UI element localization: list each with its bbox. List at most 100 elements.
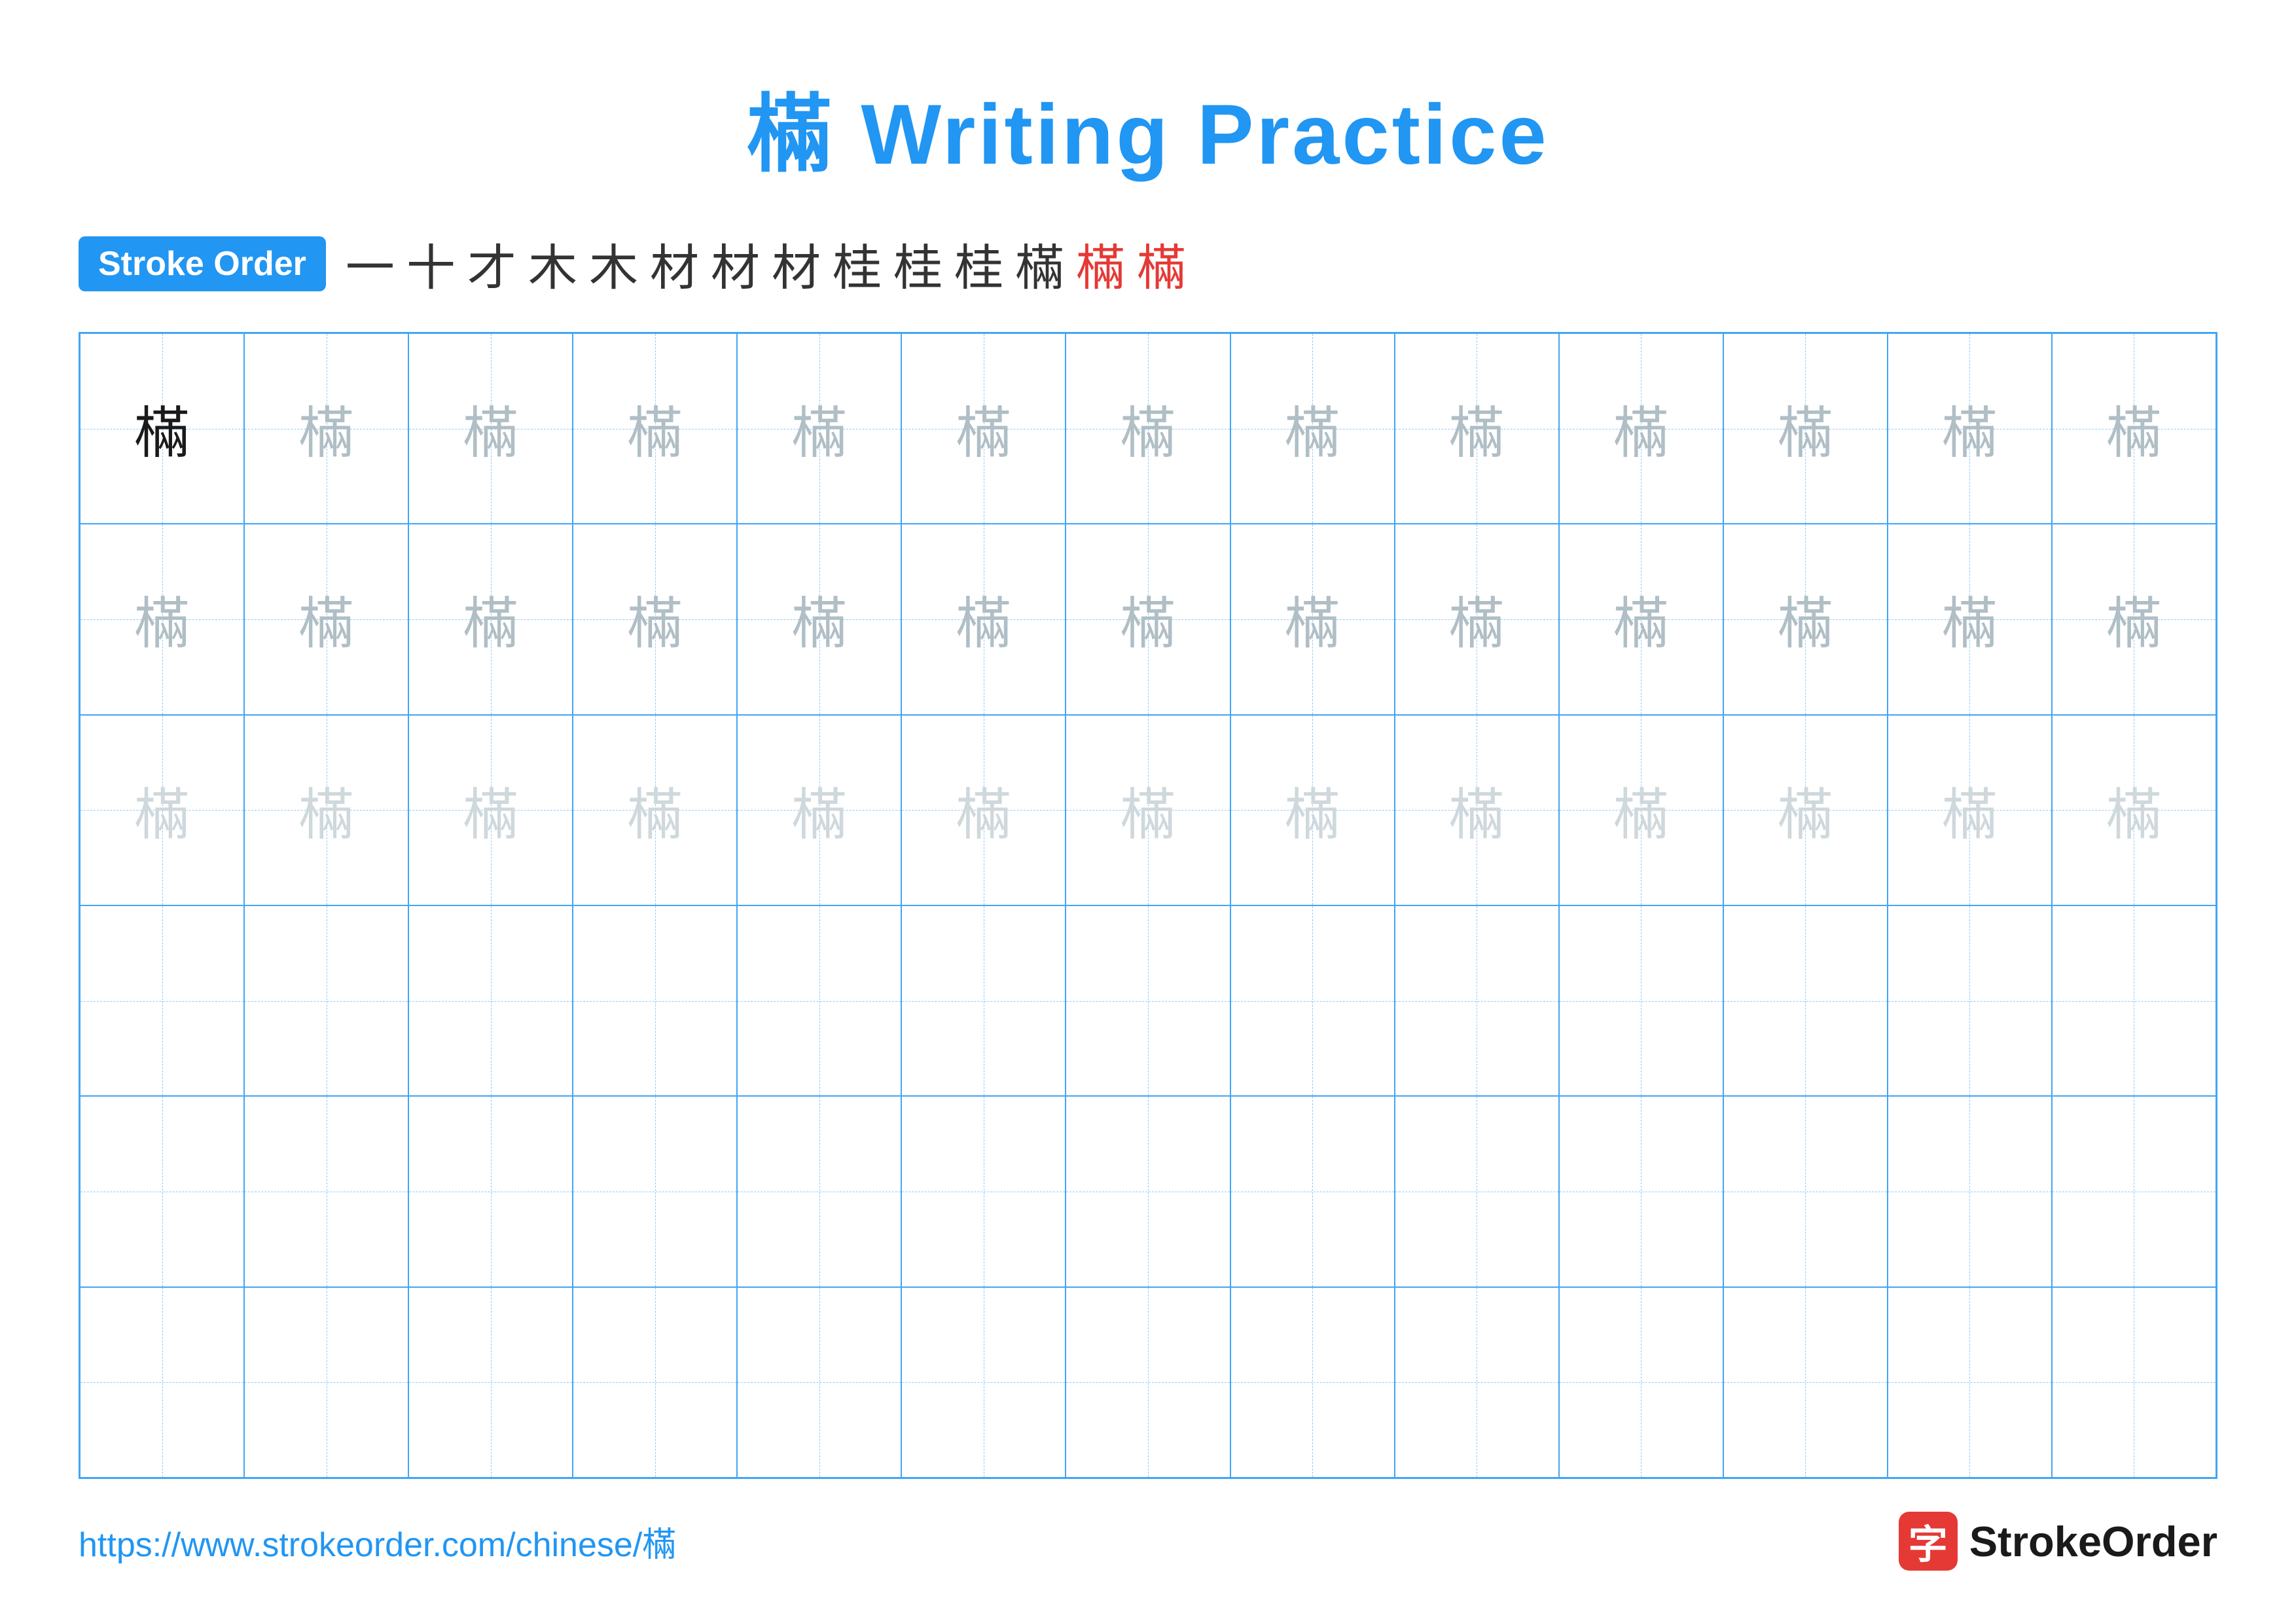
grid-cell-1-4[interactable]: 樠 — [737, 524, 901, 714]
grid-cell-1-2[interactable]: 樠 — [408, 524, 573, 714]
grid-cell-4-12[interactable] — [2052, 1096, 2216, 1286]
grid-cell-5-0[interactable] — [80, 1287, 244, 1478]
grid-cell-4-4[interactable] — [737, 1096, 901, 1286]
grid-cell-0-9[interactable]: 樠 — [1559, 333, 1723, 524]
grid-cell-5-7[interactable] — [1230, 1287, 1395, 1478]
grid-cell-1-9[interactable]: 樠 — [1559, 524, 1723, 714]
grid-cell-0-4[interactable]: 樠 — [737, 333, 901, 524]
grid-cell-0-0[interactable]: 樠 — [80, 333, 244, 524]
grid-cell-1-12[interactable]: 樠 — [2052, 524, 2216, 714]
grid-cell-2-0[interactable]: 樠 — [80, 715, 244, 905]
grid-cell-4-2[interactable] — [408, 1096, 573, 1286]
grid-cell-4-5[interactable] — [901, 1096, 1066, 1286]
grid-cell-5-9[interactable] — [1559, 1287, 1723, 1478]
grid-cell-2-8[interactable]: 樠 — [1395, 715, 1559, 905]
grid-cell-1-7[interactable]: 樠 — [1230, 524, 1395, 714]
grid-cell-2-4[interactable]: 樠 — [737, 715, 901, 905]
cell-char-1-1: 樠 — [298, 579, 354, 659]
grid-cell-4-9[interactable] — [1559, 1096, 1723, 1286]
cell-char-1-8: 樠 — [1449, 579, 1505, 659]
grid-cell-0-8[interactable]: 樠 — [1395, 333, 1559, 524]
grid-cell-0-3[interactable]: 樠 — [573, 333, 737, 524]
grid-cell-2-9[interactable]: 樠 — [1559, 715, 1723, 905]
grid-cell-0-12[interactable]: 樠 — [2052, 333, 2216, 524]
grid-cell-3-5[interactable] — [901, 905, 1066, 1096]
footer-url[interactable]: https://www.strokeorder.com/chinese/樠 — [79, 1517, 676, 1566]
grid-cell-3-8[interactable] — [1395, 905, 1559, 1096]
grid-cell-5-5[interactable] — [901, 1287, 1066, 1478]
grid-cell-1-8[interactable]: 樠 — [1395, 524, 1559, 714]
grid-cell-0-5[interactable]: 樠 — [901, 333, 1066, 524]
grid-cell-1-5[interactable]: 樠 — [901, 524, 1066, 714]
grid-cell-5-6[interactable] — [1066, 1287, 1230, 1478]
grid-cell-4-1[interactable] — [244, 1096, 408, 1286]
grid-cell-5-12[interactable] — [2052, 1287, 2216, 1478]
grid-cell-3-10[interactable] — [1723, 905, 1888, 1096]
grid-cell-2-6[interactable]: 樠 — [1066, 715, 1230, 905]
grid-cell-5-8[interactable] — [1395, 1287, 1559, 1478]
grid-cell-0-7[interactable]: 樠 — [1230, 333, 1395, 524]
stroke-steps: 一十才木木材材材桂桂桂樠樠樠 — [346, 228, 1186, 299]
cell-char-2-6: 樠 — [1121, 770, 1176, 850]
grid-cell-4-11[interactable] — [1888, 1096, 2052, 1286]
grid-cell-4-0[interactable] — [80, 1096, 244, 1286]
grid-cell-1-10[interactable]: 樠 — [1723, 524, 1888, 714]
stroke-step-0: 一 — [346, 228, 395, 299]
cell-char-0-5: 樠 — [956, 388, 1011, 469]
grid-cell-3-3[interactable] — [573, 905, 737, 1096]
grid-cell-4-6[interactable] — [1066, 1096, 1230, 1286]
grid-cell-3-1[interactable] — [244, 905, 408, 1096]
grid-cell-1-0[interactable]: 樠 — [80, 524, 244, 714]
cell-char-1-3: 樠 — [627, 579, 683, 659]
grid-cell-0-11[interactable]: 樠 — [1888, 333, 2052, 524]
grid-cell-4-3[interactable] — [573, 1096, 737, 1286]
grid-cell-2-2[interactable]: 樠 — [408, 715, 573, 905]
grid-cell-5-3[interactable] — [573, 1287, 737, 1478]
grid-cell-2-3[interactable]: 樠 — [573, 715, 737, 905]
grid-cell-5-10[interactable] — [1723, 1287, 1888, 1478]
grid-cell-2-7[interactable]: 樠 — [1230, 715, 1395, 905]
grid-cell-0-2[interactable]: 樠 — [408, 333, 573, 524]
title-text: Writing Practice — [834, 86, 1549, 182]
grid-cell-3-0[interactable] — [80, 905, 244, 1096]
grid-cell-1-6[interactable]: 樠 — [1066, 524, 1230, 714]
grid-cell-0-10[interactable]: 樠 — [1723, 333, 1888, 524]
grid-cell-3-9[interactable] — [1559, 905, 1723, 1096]
stroke-step-1: 十 — [406, 228, 456, 299]
stroke-step-13: 樠 — [1137, 228, 1186, 299]
grid-cell-3-11[interactable] — [1888, 905, 2052, 1096]
grid-cell-3-7[interactable] — [1230, 905, 1395, 1096]
grid-cell-4-8[interactable] — [1395, 1096, 1559, 1286]
grid-cell-3-6[interactable] — [1066, 905, 1230, 1096]
stroke-order-badge: Stroke Order — [79, 236, 326, 291]
cell-char-2-7: 樠 — [1285, 770, 1340, 850]
grid-cell-5-2[interactable] — [408, 1287, 573, 1478]
grid-cell-1-1[interactable]: 樠 — [244, 524, 408, 714]
grid-cell-4-10[interactable] — [1723, 1096, 1888, 1286]
grid-cell-3-4[interactable] — [737, 905, 901, 1096]
grid-cell-2-1[interactable]: 樠 — [244, 715, 408, 905]
grid-cell-5-1[interactable] — [244, 1287, 408, 1478]
grid-cell-3-12[interactable] — [2052, 905, 2216, 1096]
grid-row-0: 樠樠樠樠樠樠樠樠樠樠樠樠樠 — [80, 333, 2216, 524]
grid-cell-0-1[interactable]: 樠 — [244, 333, 408, 524]
cell-char-2-12: 樠 — [2106, 770, 2162, 850]
grid-row-5 — [80, 1287, 2216, 1478]
grid-cell-4-7[interactable] — [1230, 1096, 1395, 1286]
grid-cell-1-11[interactable]: 樠 — [1888, 524, 2052, 714]
grid-cell-2-12[interactable]: 樠 — [2052, 715, 2216, 905]
grid-cell-2-5[interactable]: 樠 — [901, 715, 1066, 905]
grid-cell-0-6[interactable]: 樠 — [1066, 333, 1230, 524]
grid-cell-2-10[interactable]: 樠 — [1723, 715, 1888, 905]
cell-char-2-4: 樠 — [791, 770, 847, 850]
grid-cell-2-11[interactable]: 樠 — [1888, 715, 2052, 905]
cell-char-0-8: 樠 — [1449, 388, 1505, 469]
cell-char-2-2: 樠 — [463, 770, 518, 850]
grid-cell-5-4[interactable] — [737, 1287, 901, 1478]
grid-cell-1-3[interactable]: 樠 — [573, 524, 737, 714]
grid-row-1: 樠樠樠樠樠樠樠樠樠樠樠樠樠 — [80, 524, 2216, 714]
grid-cell-5-11[interactable] — [1888, 1287, 2052, 1478]
grid-cell-3-2[interactable] — [408, 905, 573, 1096]
logo-text: StrokeOrder — [1969, 1517, 2217, 1566]
practice-section: 樠樠樠樠樠樠樠樠樠樠樠樠樠樠樠樠樠樠樠樠樠樠樠樠樠樠樠樠樠樠樠樠樠樠樠樠樠樠樠 — [79, 332, 2217, 1479]
